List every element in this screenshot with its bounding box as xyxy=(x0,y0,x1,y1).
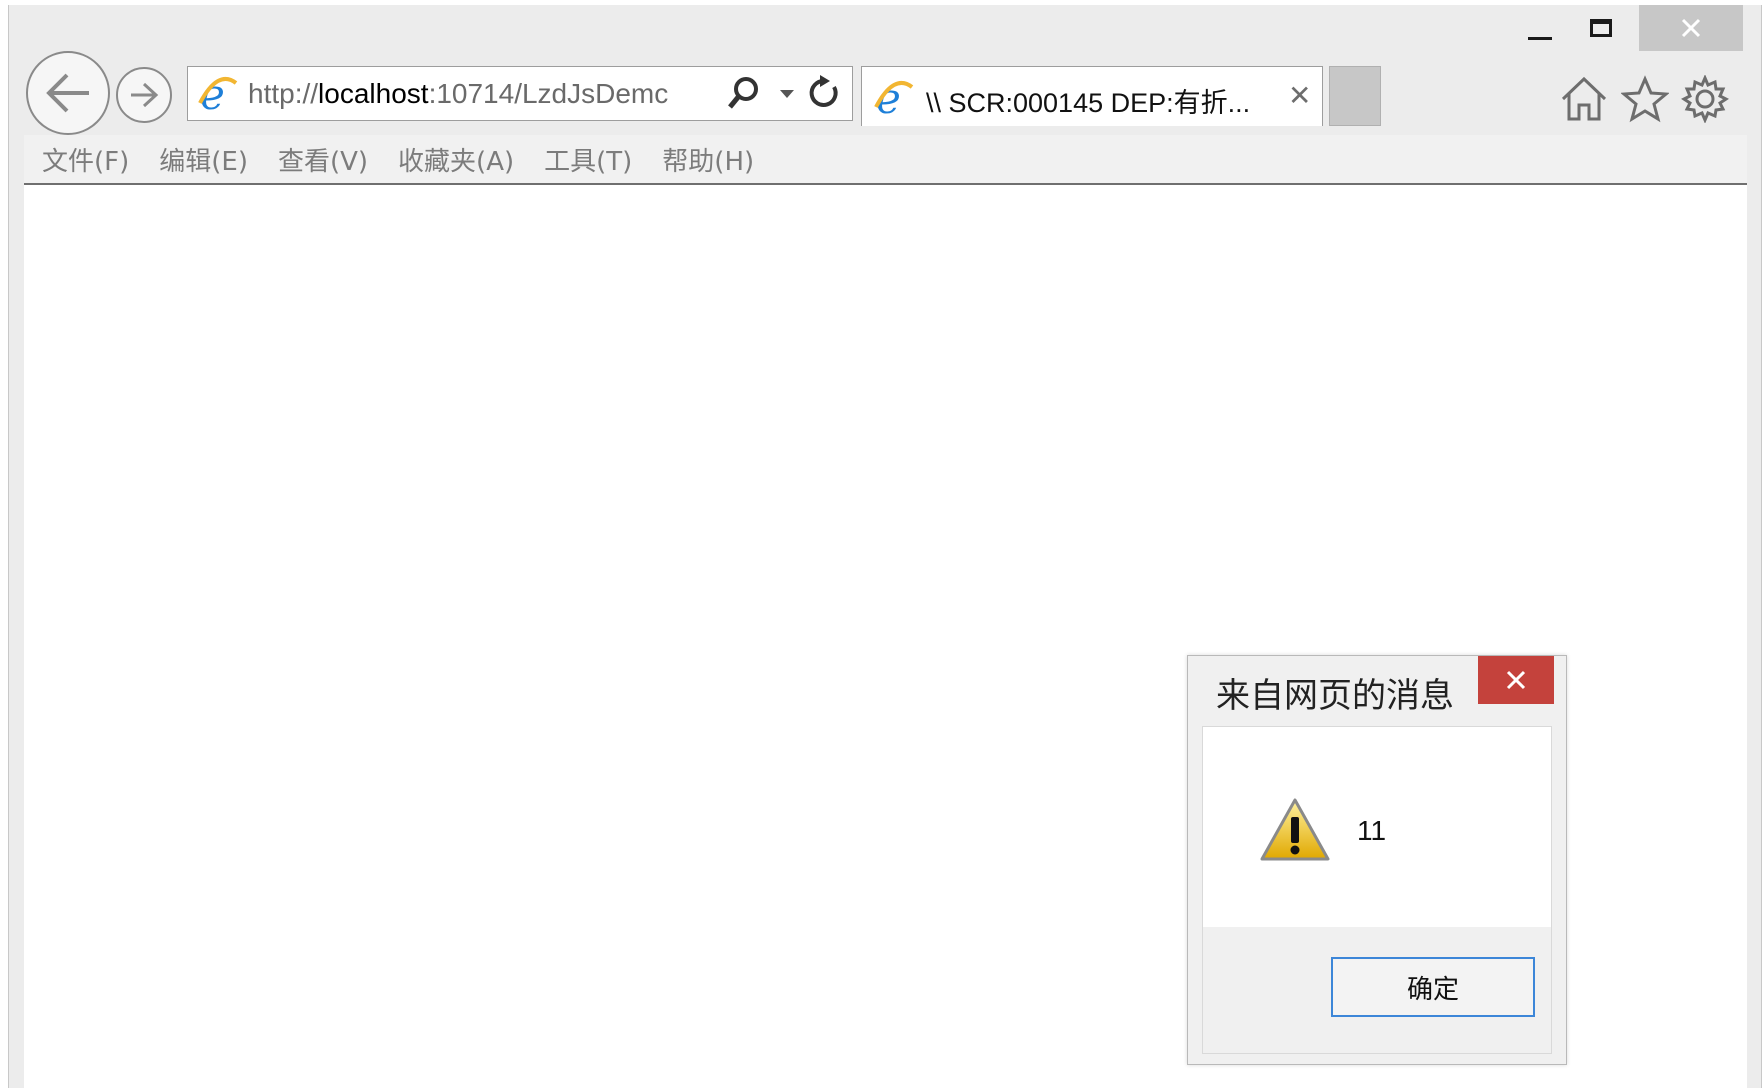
forward-arrow-icon xyxy=(131,82,159,108)
dialog-message: 11 xyxy=(1357,815,1387,846)
back-arrow-icon xyxy=(46,73,89,113)
menu-tools[interactable]: 工具(T) xyxy=(544,141,632,178)
new-tab-button[interactable] xyxy=(1329,66,1381,126)
back-button[interactable] xyxy=(26,51,110,135)
dialog-title: 来自网页的消息 xyxy=(1216,676,1454,716)
menu-file[interactable]: 文件(F) xyxy=(42,141,129,178)
menu-favorites[interactable]: 收藏夹(A) xyxy=(398,141,514,178)
dialog-close-button[interactable] xyxy=(1478,656,1554,704)
url-text[interactable]: http://localhost:10714/LzdJsDemc xyxy=(248,78,718,110)
menu-view[interactable]: 查看(V) xyxy=(278,141,368,178)
dialog-message-area: 11 xyxy=(1203,727,1551,927)
dialog-body: 11 确定 xyxy=(1202,726,1552,1054)
menu-bar: 文件(F) 编辑(E) 查看(V) 收藏夹(A) 工具(T) 帮助(H) xyxy=(24,135,1747,185)
refresh-icon[interactable] xyxy=(806,73,842,115)
address-bar[interactable]: e http://localhost:10714/LzdJsDemc xyxy=(187,66,853,121)
ok-button[interactable]: 确定 xyxy=(1331,957,1535,1017)
gear-icon[interactable] xyxy=(1681,74,1729,127)
close-icon xyxy=(1506,670,1526,690)
minimize-icon xyxy=(1528,36,1552,40)
warning-icon xyxy=(1259,797,1331,867)
maximize-button[interactable] xyxy=(1571,5,1631,51)
favorites-star-icon[interactable] xyxy=(1620,75,1670,127)
forward-button[interactable] xyxy=(116,67,172,123)
tab-title: \\ SCR:000145 DEP:有折... xyxy=(926,88,1251,118)
menu-edit[interactable]: 编辑(E) xyxy=(159,141,248,178)
home-icon[interactable] xyxy=(1559,75,1609,127)
search-icon[interactable] xyxy=(726,75,762,115)
ie-logo-icon: e xyxy=(872,74,916,123)
menu-help[interactable]: 帮助(H) xyxy=(662,141,754,178)
dropdown-arrow-icon[interactable] xyxy=(778,85,796,104)
close-icon xyxy=(1681,18,1701,38)
alert-dialog: 来自网页的消息 11 确定 xyxy=(1187,655,1567,1065)
maximize-icon xyxy=(1590,19,1612,37)
tab-close-icon[interactable]: ✕ xyxy=(1288,81,1311,111)
minimize-button[interactable] xyxy=(1511,5,1569,51)
window-close-button[interactable] xyxy=(1639,5,1743,51)
browser-tab[interactable]: e \\ SCR:000145 DEP:有折... ✕ xyxy=(861,66,1323,126)
ie-logo-icon: e xyxy=(196,70,240,119)
